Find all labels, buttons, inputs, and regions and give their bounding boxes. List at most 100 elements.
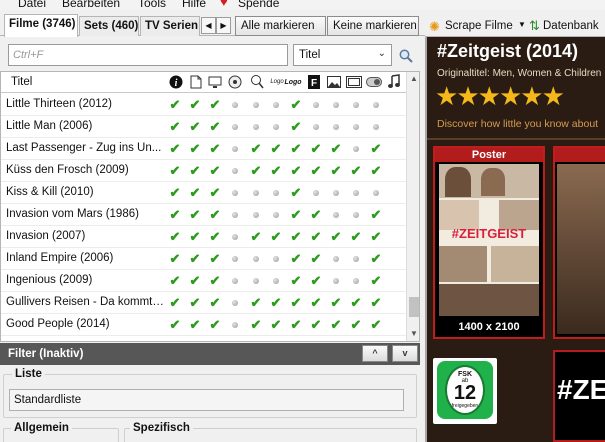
logo-text-icon[interactable]: Logo [269,74,285,90]
tab-filme[interactable]: Filme (3746) [4,14,78,37]
menu-datei[interactable]: Datei [18,0,46,10]
missing-dot-icon [225,160,245,182]
mark-none-button[interactable]: Keine markieren [327,16,419,36]
tab-sets[interactable]: Sets (460) [79,16,139,36]
disc-art-frame[interactable]: #ZE [553,350,605,442]
mark-all-button[interactable]: Alle markieren [235,16,326,36]
check-icon: ✔ [209,229,221,244]
missing-dot-icon [326,182,346,204]
menu-bearbeiten[interactable]: Bearbeiten [62,0,120,10]
check-icon: ✔ [370,273,382,288]
table-row[interactable]: Little Man (2006) ✔ ✔ ✔ ✔ [1,116,406,138]
column-title-header[interactable]: Titel [11,76,32,88]
filter-title: Filter (Inaktiv) [8,348,84,360]
missing-dot-icon [266,248,286,270]
check-icon: ✔ [250,141,262,156]
table-row[interactable]: Little Thirteen (2012) ✔ ✔ ✔ ✔ [1,94,406,116]
f-icon[interactable]: F [306,74,322,90]
scroll-down-icon[interactable]: ▼ [407,327,419,341]
table-scrollbar[interactable]: ▲ ▼ [406,72,419,341]
search-input[interactable]: Ctrl+F [8,44,288,66]
tab-scroll-right-icon[interactable]: ▶ [216,17,231,34]
scrape-dropdown-icon[interactable]: ▼ [518,20,526,29]
search-icon[interactable] [398,48,414,64]
table-row[interactable]: Last Passenger - Zug ins Un... ✔ ✔ ✔ ✔ ✔ ✔ ✔ ✔ ✔ [1,138,406,160]
info-icon[interactable]: i [168,74,184,90]
check-icon: ✔ [169,185,181,200]
music-icon[interactable] [386,74,402,90]
scroll-up-icon[interactable]: ▲ [407,72,419,86]
movie-detail-panel: #Zeitgeist (2014) Originaltitel: Men, Wo… [425,37,605,442]
missing-dot-icon [366,94,386,116]
database-icon: ⇅ [529,18,540,33]
menu-tools[interactable]: Tools [138,0,166,10]
scrape-button[interactable]: Scrape Filme [445,20,513,32]
check-icon: ✔ [330,141,342,156]
landscape-icon[interactable] [346,74,362,90]
table-row[interactable]: Gullivers Reisen - Da kommt ... ✔ ✔ ✔ ✔ ✔ ✔ ✔ ✔ ✔… [1,292,406,314]
missing-dot-icon [225,292,245,314]
check-icon: ✔ [169,229,181,244]
row-title: Kiss & Kill (2010) [6,186,94,198]
nfo-icon[interactable] [188,74,204,90]
check-icon: ✔ [330,317,342,332]
table-row[interactable]: Kiss & Kill (2010) ✔ ✔ ✔ ✔ [1,182,406,204]
logo-icon[interactable]: Logo [284,74,301,90]
star-icon: ★ [498,81,522,111]
database-button[interactable]: Datenbank [543,20,599,32]
original-title: Originaltitel: Men, Women & Children [437,68,602,79]
check-icon: ✔ [310,295,322,310]
check-icon: ✔ [370,251,382,266]
check-icon: ✔ [310,229,322,244]
check-icon: ✔ [310,251,322,266]
missing-dot-icon [346,270,366,292]
menu-hilfe[interactable]: Hilfe [182,0,206,10]
check-icon: ✔ [209,141,221,156]
table-row[interactable]: Invasion vom Mars (1986) ✔ ✔ ✔ ✔ ✔ ✔ [1,204,406,226]
image-icon[interactable] [326,74,342,90]
check-icon: ✔ [350,229,362,244]
search-field-select[interactable]: Titel ⌄ [293,44,392,66]
check-icon: ✔ [310,207,322,222]
row-title: Last Passenger - Zug ins Un... [6,142,162,154]
missing-dot-icon [246,248,266,270]
check-icon: ✔ [310,163,322,178]
poster-frame[interactable]: Poster #ZEITGEIST 1400 x 2100 [433,146,545,339]
monitor-icon[interactable] [207,74,223,90]
fanart-frame[interactable] [553,146,605,339]
missing-dot-icon [225,248,245,270]
table-row[interactable]: Good People (2014) ✔ ✔ ✔ ✔ ✔ ✔ ✔ ✔ ✔ ✔ [1,314,406,336]
scroll-thumb[interactable] [409,297,419,317]
expand-down-icon[interactable]: v [392,345,418,362]
search-logo-icon[interactable] [249,74,265,90]
toggle-icon[interactable] [366,74,382,90]
table-row[interactable]: Invasion (2007) ✔ ✔ ✔ ✔ ✔ ✔ ✔ ✔ ✔ ✔ [1,226,406,248]
check-icon: ✔ [290,141,302,156]
table-header: Titel i Logo Logo F [1,72,406,93]
check-icon: ✔ [290,207,302,222]
list-select[interactable]: Standardliste [9,389,404,411]
check-icon: ✔ [310,317,322,332]
table-row[interactable]: Inland Empire (2006) ✔ ✔ ✔ ✔ ✔ ✔ [1,248,406,270]
table-row[interactable]: Ingenious (2009) ✔ ✔ ✔ ✔ ✔ ✔ [1,270,406,292]
menu-spende[interactable]: Spende [238,0,279,10]
tab-tv-serien[interactable]: TV Serien ( [140,16,200,36]
missing-dot-icon [346,94,366,116]
row-title: Little Thirteen (2012) [6,98,112,110]
collapse-up-icon[interactable]: ^ [362,345,388,362]
check-icon: ✔ [209,163,221,178]
check-icon: ✔ [290,229,302,244]
check-icon: ✔ [169,251,181,266]
fsk-12-badge: FSK ab 12 freigegeben [433,358,497,424]
heart-icon: ♥ [220,0,228,9]
star-icon: ★ [456,81,479,111]
check-icon: ✔ [350,317,362,332]
check-icon: ✔ [189,97,201,112]
check-icon: ✔ [330,295,342,310]
missing-dot-icon [326,248,346,270]
row-title: Inland Empire (2006) [6,252,114,264]
tab-scroll-left-icon[interactable]: ◀ [201,17,216,34]
table-row[interactable]: Küss den Frosch (2009) ✔ ✔ ✔ ✔ ✔ ✔ ✔ ✔ ✔ ✔ [1,160,406,182]
missing-dot-icon [366,182,386,204]
disc-icon[interactable] [227,74,243,90]
